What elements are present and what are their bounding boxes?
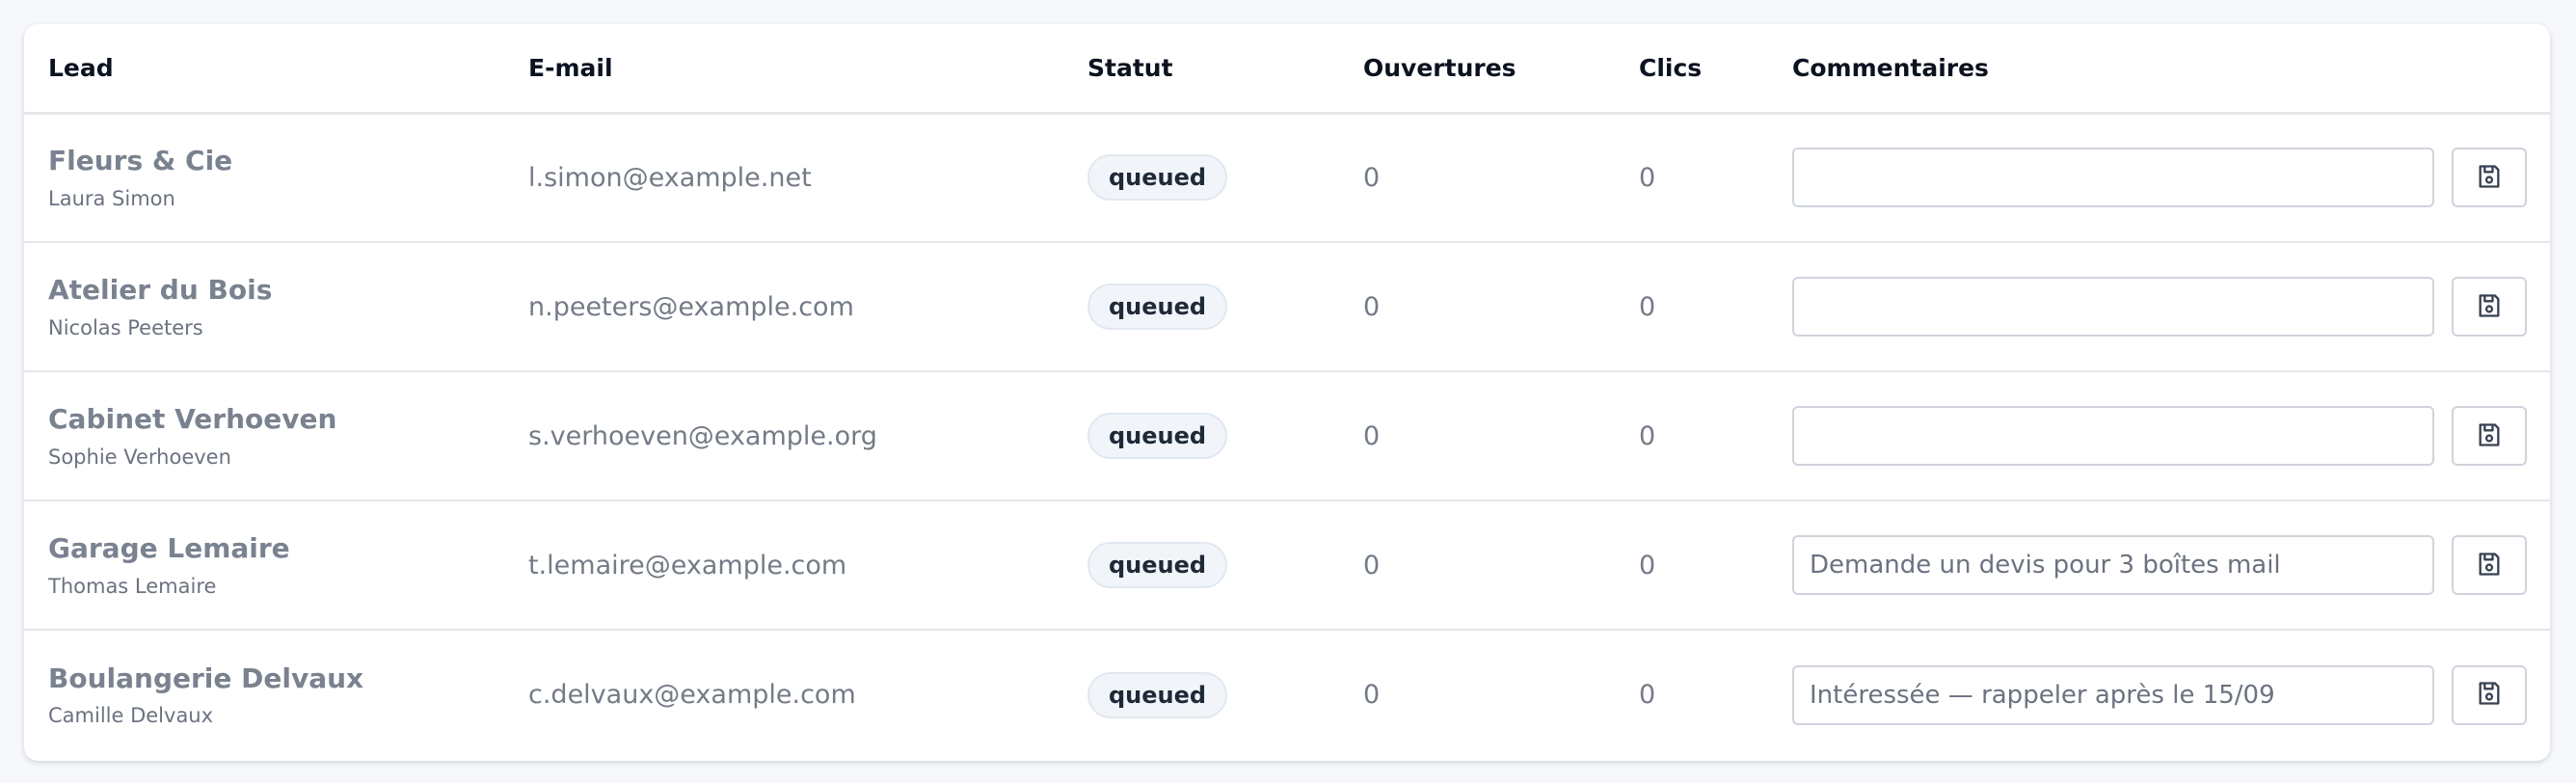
lead-contact: Nicolas Peeters bbox=[48, 315, 203, 339]
save-comment-button[interactable] bbox=[2452, 148, 2527, 208]
lead-cell: Atelier du Bois Nicolas Peeters bbox=[24, 242, 504, 371]
opens-count: 0 bbox=[1363, 420, 1381, 451]
comment-group bbox=[1792, 148, 2550, 208]
comment-input[interactable] bbox=[1792, 148, 2434, 208]
leads-card: Lead E-mail Statut Ouvertures Clics Comm… bbox=[24, 24, 2550, 761]
lead-cell: Boulangerie Delvaux Camille Delvaux bbox=[24, 630, 504, 759]
lead-company: Garage Lemaire bbox=[48, 532, 290, 565]
clicks-count: 0 bbox=[1639, 680, 1656, 710]
opens-count: 0 bbox=[1363, 680, 1381, 710]
status-badge: queued bbox=[1087, 154, 1228, 202]
lead-contact: Thomas Lemaire bbox=[48, 574, 217, 598]
save-comment-button[interactable] bbox=[2452, 535, 2527, 595]
table-header-row: Lead E-mail Statut Ouvertures Clics Comm… bbox=[24, 24, 2550, 113]
header-status: Statut bbox=[1087, 53, 1173, 82]
clicks-count: 0 bbox=[1639, 420, 1656, 451]
comment-input[interactable] bbox=[1792, 535, 2434, 595]
table-row: Atelier du Bois Nicolas Peeters n.peeter… bbox=[24, 242, 2550, 371]
clicks-count: 0 bbox=[1639, 291, 1656, 322]
lead-contact: Laura Simon bbox=[48, 187, 175, 211]
lead-contact: Sophie Verhoeven bbox=[48, 445, 231, 469]
comment-group bbox=[1792, 406, 2550, 466]
status-badge: queued bbox=[1087, 284, 1228, 330]
opens-count: 0 bbox=[1363, 550, 1381, 580]
lead-contact: Camille Delvaux bbox=[48, 704, 214, 728]
status-badge: queued bbox=[1087, 413, 1228, 459]
header-lead: Lead bbox=[48, 53, 114, 82]
table-row: Boulangerie Delvaux Camille Delvaux c.de… bbox=[24, 630, 2550, 759]
lead-email: c.delvaux@example.com bbox=[528, 680, 856, 710]
clicks-count: 0 bbox=[1639, 550, 1656, 580]
save-icon bbox=[2476, 551, 2503, 580]
comment-input[interactable] bbox=[1792, 277, 2434, 337]
save-comment-button[interactable] bbox=[2452, 664, 2527, 725]
lead-email: s.verhoeven@example.org bbox=[528, 420, 877, 451]
lead-email: n.peeters@example.com bbox=[528, 291, 854, 322]
lead-company: Atelier du Bois bbox=[48, 274, 273, 307]
header-email: E-mail bbox=[528, 53, 613, 82]
status-badge: queued bbox=[1087, 671, 1228, 718]
save-comment-button[interactable] bbox=[2452, 277, 2527, 337]
lead-cell: Cabinet Verhoeven Sophie Verhoeven bbox=[24, 371, 504, 500]
lead-company: Fleurs & Cie bbox=[48, 145, 233, 177]
lead-email: t.lemaire@example.com bbox=[528, 550, 847, 580]
opens-count: 0 bbox=[1363, 162, 1381, 193]
comment-group bbox=[1792, 664, 2550, 725]
comment-input[interactable] bbox=[1792, 406, 2434, 466]
lead-cell: Fleurs & Cie Laura Simon bbox=[24, 113, 504, 242]
header-clicks: Clics bbox=[1639, 53, 1703, 82]
save-icon bbox=[2476, 680, 2503, 710]
save-icon bbox=[2476, 163, 2503, 193]
table-row: Cabinet Verhoeven Sophie Verhoeven s.ver… bbox=[24, 371, 2550, 500]
leads-table: Lead E-mail Statut Ouvertures Clics Comm… bbox=[24, 24, 2550, 759]
header-comments: Commentaires bbox=[1792, 53, 1989, 82]
save-comment-button[interactable] bbox=[2452, 406, 2527, 466]
save-icon bbox=[2476, 292, 2503, 322]
lead-company: Boulangerie Delvaux bbox=[48, 662, 364, 694]
lead-email: l.simon@example.net bbox=[528, 162, 812, 193]
lead-company: Cabinet Verhoeven bbox=[48, 403, 337, 436]
comment-input[interactable] bbox=[1792, 664, 2434, 725]
table-row: Fleurs & Cie Laura Simon l.simon@example… bbox=[24, 113, 2550, 242]
save-icon bbox=[2476, 421, 2503, 451]
opens-count: 0 bbox=[1363, 291, 1381, 322]
clicks-count: 0 bbox=[1639, 162, 1656, 193]
comment-group bbox=[1792, 277, 2550, 337]
status-badge: queued bbox=[1087, 542, 1228, 588]
header-opens: Ouvertures bbox=[1363, 53, 1516, 82]
table-row: Garage Lemaire Thomas Lemaire t.lemaire@… bbox=[24, 500, 2550, 630]
comment-group bbox=[1792, 535, 2550, 595]
lead-cell: Garage Lemaire Thomas Lemaire bbox=[24, 500, 504, 630]
